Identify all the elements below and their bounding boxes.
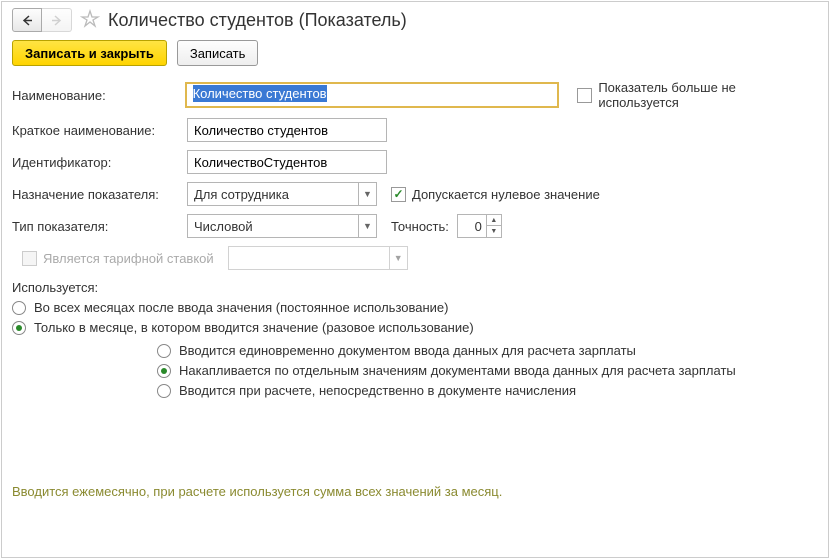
tariff-checkbox xyxy=(22,251,37,266)
star-icon[interactable] xyxy=(80,9,100,32)
forward-button[interactable] xyxy=(42,8,72,32)
chevron-down-icon[interactable]: ▼ xyxy=(358,183,376,205)
type-select[interactable]: Числовой ▼ xyxy=(187,214,377,238)
usage-radio-one-month[interactable]: Только в месяце, в котором вводится знач… xyxy=(12,320,818,335)
save-button[interactable]: Записать xyxy=(177,40,259,66)
allow-zero-label: Допускается нулевое значение xyxy=(412,187,600,202)
usage-radio-all-months[interactable]: Во всех месяцах после ввода значения (по… xyxy=(12,300,818,315)
allow-zero-checkbox[interactable]: ✓ xyxy=(391,187,406,202)
sub-radio-on-calc[interactable]: Вводится при расчете, непосредственно в … xyxy=(157,383,818,398)
save-close-button[interactable]: Записать и закрыть xyxy=(12,40,167,66)
name-label: Наименование: xyxy=(12,88,186,103)
form-window: Количество студентов (Показатель) Записа… xyxy=(1,1,829,558)
type-label: Тип показателя: xyxy=(12,219,187,234)
radio-icon xyxy=(157,364,171,378)
radio-icon xyxy=(157,344,171,358)
page-title: Количество студентов (Показатель) xyxy=(108,10,407,31)
title-bar: Количество студентов (Показатель) xyxy=(2,2,828,36)
short-name-label: Краткое наименование: xyxy=(12,123,187,138)
sub-radio-once[interactable]: Вводится единовременно документом ввода … xyxy=(157,343,818,358)
chevron-down-icon: ▼ xyxy=(389,247,407,269)
purpose-label: Назначение показателя: xyxy=(12,187,187,202)
form-body: Наименование: Количество студентов Показ… xyxy=(2,76,828,407)
not-used-checkbox[interactable] xyxy=(577,88,592,103)
arrow-right-icon xyxy=(51,15,62,26)
radio-icon xyxy=(157,384,171,398)
name-input[interactable]: Количество студентов xyxy=(186,83,558,107)
short-name-input[interactable] xyxy=(187,118,387,142)
tariff-label: Является тарифной ставкой xyxy=(43,251,214,266)
spinner-down-icon[interactable]: ▼ xyxy=(487,226,501,237)
sub-radio-accumulate[interactable]: Накапливается по отдельным значениям док… xyxy=(157,363,818,378)
tariff-select: ▼ xyxy=(228,246,408,270)
hint-text: Вводится ежемесячно, при расчете использ… xyxy=(12,484,502,499)
spinner-up-icon[interactable]: ▲ xyxy=(487,215,501,226)
arrow-left-icon xyxy=(22,15,33,26)
not-used-label: Показатель больше не используется xyxy=(598,80,818,110)
usage-label: Используется: xyxy=(12,280,818,295)
precision-spinner[interactable]: 0 ▲ ▼ xyxy=(457,214,502,238)
purpose-select[interactable]: Для сотрудника ▼ xyxy=(187,182,377,206)
toolbar: Записать и закрыть Записать xyxy=(2,36,828,76)
chevron-down-icon[interactable]: ▼ xyxy=(358,215,376,237)
identifier-input[interactable] xyxy=(187,150,387,174)
radio-icon xyxy=(12,301,26,315)
back-button[interactable] xyxy=(12,8,42,32)
identifier-label: Идентификатор: xyxy=(12,155,187,170)
radio-icon xyxy=(12,321,26,335)
precision-label: Точность: xyxy=(391,219,449,234)
